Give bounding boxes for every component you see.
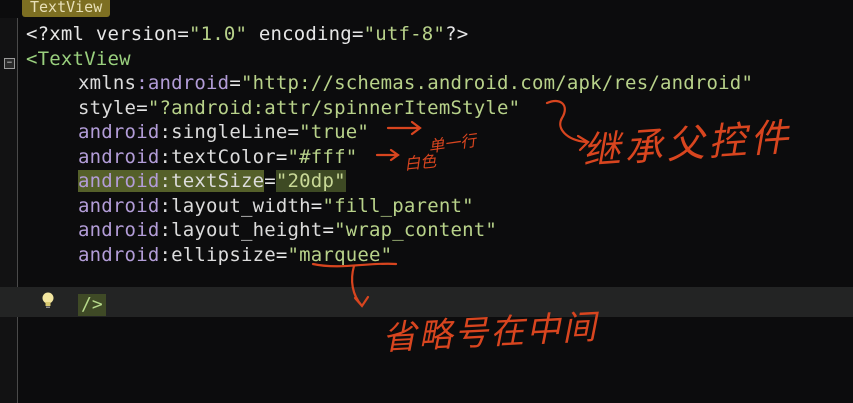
annotation-white: 白色 — [403, 151, 438, 174]
